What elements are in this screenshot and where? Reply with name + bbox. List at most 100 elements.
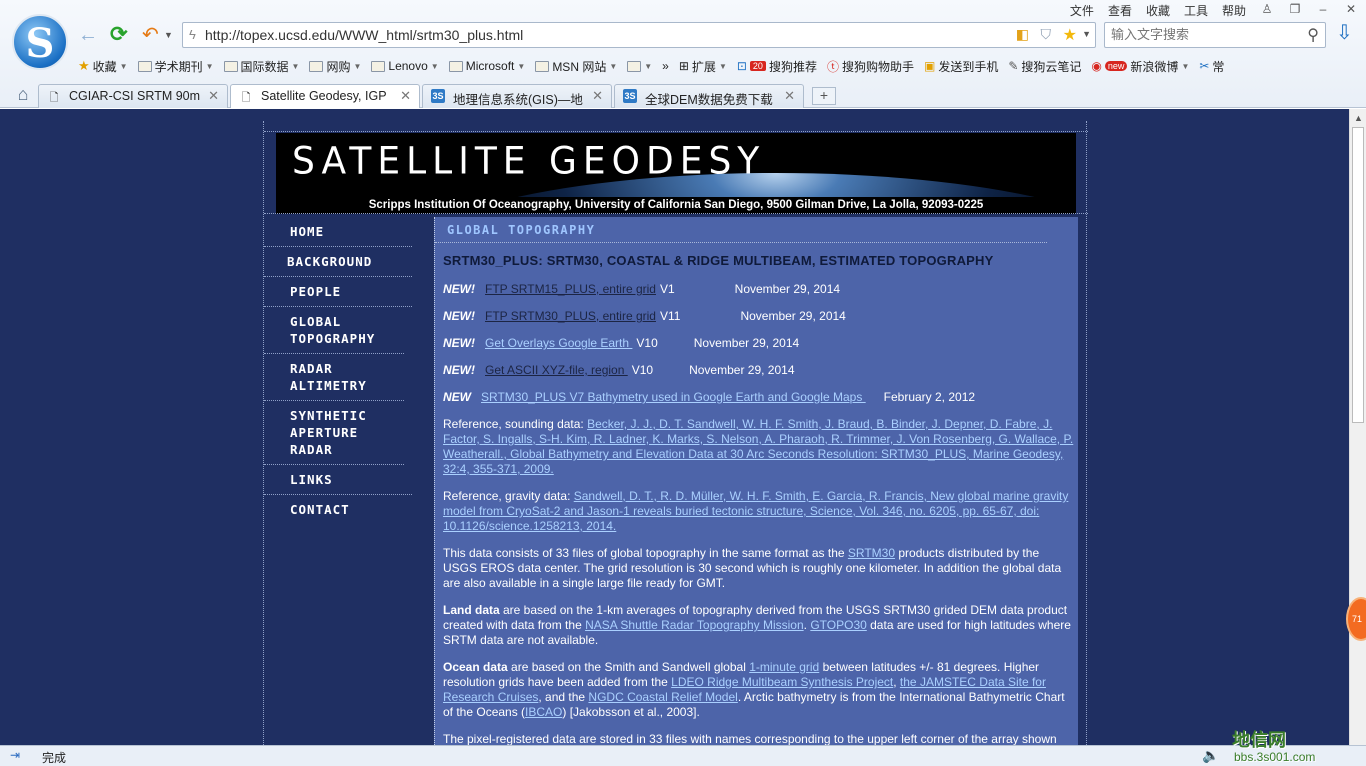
chevron-down-icon[interactable]: ▼	[164, 30, 173, 40]
compat-mode-icon[interactable]: ◧	[1016, 26, 1029, 43]
shield-icon[interactable]: ⛉	[1041, 26, 1052, 43]
nav-home[interactable]: HOME	[264, 217, 412, 247]
back-arrow-icon[interactable]: ←	[78, 24, 98, 47]
bookmark-folder-intl-data[interactable]: 国际数据 ▼	[223, 56, 299, 76]
download-icon[interactable]: ⇩	[1336, 20, 1353, 45]
home-icon[interactable]: ⌂	[8, 84, 38, 108]
content-body: SRTM30_PLUS: SRTM30, COASTAL & RIDGE MUL…	[443, 253, 1075, 745]
bookmark-folder-msn[interactable]: MSN 网站 ▼	[535, 56, 617, 76]
chevron-down-icon: ▼	[205, 61, 214, 71]
minimize-icon[interactable]: –	[1316, 2, 1330, 16]
tab-gis[interactable]: 3S 地理信息系统(GIS)—地 ✕	[422, 84, 612, 108]
release-link[interactable]: Get Overlays Google Earth	[485, 336, 632, 350]
folder-icon	[448, 60, 463, 72]
new-tag: NEW!	[443, 282, 475, 296]
ext-shopping-assistant[interactable]: ⓣ 搜狗购物助手	[827, 56, 914, 76]
nav-contact[interactable]: CONTACT	[264, 495, 412, 524]
vertical-scrollbar[interactable]: ▲	[1349, 109, 1366, 745]
search-box[interactable]: ⚲	[1104, 22, 1326, 48]
bookmark-folder-journals[interactable]: 学术期刊 ▼	[137, 56, 214, 76]
bookmark-folder-unnamed[interactable]: ▼	[627, 56, 652, 76]
close-icon[interactable]: ✕	[1344, 2, 1358, 16]
ext-sina-weibo[interactable]: ◉ new 新浪微博 ▼	[1091, 56, 1189, 76]
bookmarks-more[interactable]: »	[662, 56, 669, 76]
page-viewport[interactable]: SATELLITE GEODESY Scripps Institution Of…	[0, 109, 1349, 745]
tab-close-icon[interactable]: ✕	[592, 88, 603, 104]
ngdc-link[interactable]: NGDC Coastal Relief Model	[588, 690, 737, 704]
phone-icon: ▣	[923, 59, 936, 73]
menu-help[interactable]: 帮助	[1222, 2, 1246, 19]
nav-background[interactable]: BACKGROUND	[264, 247, 412, 277]
tab-satellite-geodesy[interactable]: 🗋 Satellite Geodesy, IGP ✕	[230, 84, 420, 108]
favorite-star-icon[interactable]: ★	[1063, 25, 1077, 45]
new-tab-button[interactable]: +	[812, 87, 836, 105]
nav-global-topography[interactable]: GLOBAL TOPOGRAPHY	[264, 307, 404, 354]
bookmark-label: Lenovo	[388, 59, 428, 73]
nav-synthetic-aperture-radar[interactable]: SYNTHETIC APERTURE RADAR	[264, 401, 404, 465]
ext-common[interactable]: ✂ 常	[1199, 56, 1224, 76]
browser-logo[interactable]: S	[12, 14, 68, 70]
extension-label: 常	[1212, 59, 1225, 74]
new-tag: NEW!	[443, 336, 475, 350]
tab-close-icon[interactable]: ✕	[400, 88, 411, 104]
menu-file[interactable]: 文件	[1070, 2, 1094, 19]
site-frame: SATELLITE GEODESY Scripps Institution Of…	[263, 121, 1088, 745]
volume-icon[interactable]: 🔈	[1202, 747, 1219, 764]
release-link[interactable]: FTP SRTM15_PLUS, entire grid	[485, 282, 656, 296]
scrollbar-thumb[interactable]	[1352, 127, 1364, 423]
folder-icon	[371, 60, 386, 72]
bookmark-label: 国际数据	[240, 59, 289, 74]
tab-dem-download[interactable]: 3S 全球DEM数据免费下载 ✕	[614, 84, 804, 108]
release-date: November 29, 2014	[689, 363, 795, 377]
scroll-up-icon[interactable]: ▲	[1354, 113, 1363, 123]
refresh-icon[interactable]: ⟳	[110, 22, 128, 47]
address-bar[interactable]: ϟ http://topex.ucsd.edu/WWW_html/srtm30_…	[182, 22, 1096, 48]
sidebar-toggle-icon[interactable]: ⇥	[10, 748, 20, 762]
undo-icon[interactable]: ↶	[142, 22, 159, 47]
folder-icon	[223, 60, 238, 72]
institution-address: Scripps Institution Of Oceanography, Uni…	[276, 197, 1076, 214]
ext-sogou-recommend[interactable]: ⊡ 20 搜狗推荐	[737, 56, 817, 76]
menu-tools[interactable]: 工具	[1184, 2, 1208, 19]
nav-radar-altimetry[interactable]: RADAR ALTIMETRY	[264, 354, 404, 401]
tab-title: 地理信息系统(GIS)—地	[453, 93, 583, 107]
search-icon[interactable]: ⚲	[1307, 25, 1319, 45]
tab-close-icon[interactable]: ✕	[208, 88, 219, 104]
release-row: NEW! FTP SRTM15_PLUS, entire grid V1 Novemb…	[443, 282, 1075, 297]
skin-icon[interactable]: ♙	[1260, 2, 1274, 16]
tab-cgiar[interactable]: 🗋 CGIAR-CSI SRTM 90m ✕	[38, 84, 228, 108]
release-date: November 29, 2014	[734, 282, 841, 296]
srtm30-link[interactable]: SRTM30	[848, 546, 895, 560]
ocean-data-paragraph: Ocean data are based on the Smith and Sa…	[443, 660, 1075, 720]
nasa-srtm-link[interactable]: NASA Shuttle Radar Topography Mission	[585, 618, 804, 632]
bookmark-folder-microsoft[interactable]: Microsoft ▼	[448, 56, 525, 76]
extension-label: 发送到手机	[938, 59, 999, 74]
menu-view[interactable]: 查看	[1108, 2, 1132, 19]
nav-people[interactable]: PEOPLE	[264, 277, 412, 307]
bookmark-folder-lenovo[interactable]: Lenovo ▼	[371, 56, 439, 76]
extensions-button[interactable]: ⊞ 扩展 ▼	[679, 56, 727, 76]
nav-links[interactable]: LINKS	[264, 465, 412, 495]
menu-favorites[interactable]: 收藏	[1146, 2, 1170, 19]
one-minute-grid-link[interactable]: 1-minute grid	[749, 660, 819, 674]
ext-send-to-phone[interactable]: ▣ 发送到手机	[924, 56, 998, 76]
ext-cloud-notes[interactable]: ✎ 搜狗云笔记	[1008, 56, 1081, 76]
restore-icon[interactable]: ❐	[1288, 2, 1302, 16]
release-link[interactable]: SRTM30_PLUS V7 Bathymetry used in Google…	[481, 390, 866, 404]
address-text[interactable]: http://topex.ucsd.edu/WWW_html/srtm30_pl…	[205, 27, 523, 43]
text: , and the	[538, 690, 589, 704]
chevron-down-icon[interactable]: ▼	[1082, 29, 1091, 39]
bookmark-folder-shopping[interactable]: 网购 ▼	[309, 56, 361, 76]
ldeo-link[interactable]: LDEO Ridge Multibeam Synthesis Project	[671, 675, 893, 689]
search-square-icon: ⊡	[736, 59, 747, 73]
search-input[interactable]	[1111, 27, 1291, 42]
tab-close-icon[interactable]: ✕	[784, 88, 795, 104]
release-link[interactable]: Get ASCII XYZ-file, region	[485, 363, 628, 377]
extension-label: 搜狗推荐	[768, 59, 817, 74]
bold-term: Ocean data	[443, 660, 508, 674]
release-link[interactable]: FTP SRTM30_PLUS, entire grid	[485, 309, 656, 323]
text: This data consists of 33 files of global…	[443, 546, 848, 560]
ibcao-link[interactable]: IBCAO	[525, 705, 562, 719]
gtopo30-link[interactable]: GTOPO30	[810, 618, 866, 632]
bookmark-favorites[interactable]: ★ 收藏 ▼	[78, 56, 128, 76]
